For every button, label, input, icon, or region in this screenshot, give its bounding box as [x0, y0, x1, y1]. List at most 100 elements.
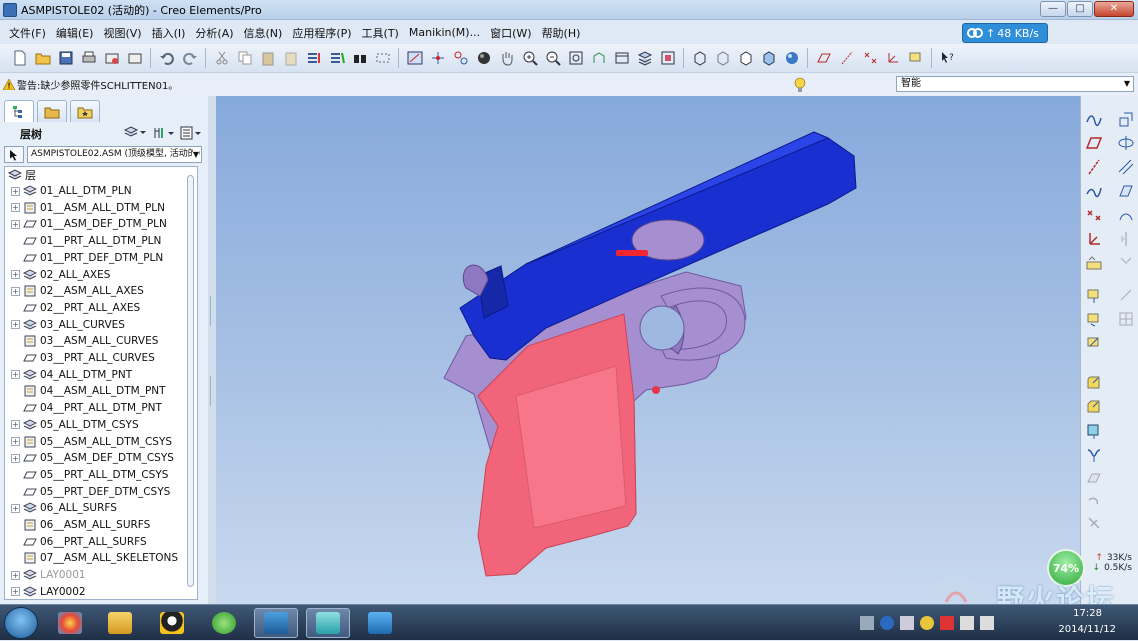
start-button[interactable]: [4, 607, 38, 639]
hole-tool-button[interactable]: [1085, 286, 1103, 304]
repaint-button[interactable]: [405, 49, 424, 68]
flag-icon[interactable]: [940, 616, 954, 630]
round-tool-button[interactable]: [1085, 374, 1103, 392]
taskbar-cycling-app[interactable]: [254, 608, 298, 638]
layer-item[interactable]: +01_ALL_DTM_PLN: [5, 183, 132, 199]
layer-settings-button[interactable]: [152, 126, 174, 143]
menu-info[interactable]: 信息(N): [239, 25, 288, 41]
tree-scrollbar-thumb[interactable]: [187, 175, 194, 587]
close-button[interactable]: ✕: [1094, 1, 1134, 17]
hidden-line-button[interactable]: [713, 49, 732, 68]
clock-date[interactable]: 2014/11/12: [1058, 624, 1116, 635]
expand-icon[interactable]: +: [11, 186, 20, 196]
datum-curve-tool-button[interactable]: [1085, 182, 1103, 200]
open-button[interactable]: [33, 49, 52, 68]
mail-attach-button[interactable]: [125, 49, 144, 68]
keyboard-icon[interactable]: [860, 616, 874, 630]
extrude-tool-button[interactable]: [1117, 110, 1135, 128]
expand-icon[interactable]: +: [11, 587, 20, 597]
layers-button[interactable]: [635, 49, 654, 68]
boundary-blend-tool-button[interactable]: [1117, 206, 1135, 224]
menu-view[interactable]: 视图(V): [98, 25, 146, 41]
reorient-button[interactable]: [589, 49, 608, 68]
paste-special-button[interactable]: [281, 49, 300, 68]
layer-item[interactable]: +05__ASM_DEF_DTM_CSYS: [5, 450, 174, 466]
datum-point-tool-button[interactable]: [1085, 206, 1103, 224]
datum-planes-toggle[interactable]: [814, 49, 833, 68]
pattern-tool-button[interactable]: [1117, 310, 1135, 328]
undo-button[interactable]: [157, 49, 176, 68]
layer-item[interactable]: 05__PRT_ALL_DTM_CSYS: [5, 467, 168, 483]
save-button[interactable]: [56, 49, 75, 68]
thicken-tool-button[interactable]: [1085, 470, 1103, 488]
tab-folder-browser[interactable]: [37, 100, 67, 122]
taskbar-browser-360[interactable]: [48, 608, 92, 638]
menu-analysis[interactable]: 分析(A): [190, 25, 238, 41]
revolve-tool-button[interactable]: [1117, 134, 1135, 152]
pan-button[interactable]: [497, 49, 516, 68]
annotations-toggle[interactable]: [906, 49, 925, 68]
datum-points-toggle[interactable]: [860, 49, 879, 68]
expand-icon[interactable]: +: [11, 370, 20, 380]
ime-icon[interactable]: [900, 616, 914, 630]
blend-tool-button[interactable]: [1117, 182, 1135, 200]
menu-tools[interactable]: 工具(T): [357, 25, 404, 41]
solidify-tool-button[interactable]: [1085, 494, 1103, 512]
appearance-button[interactable]: [474, 49, 493, 68]
layer-item[interactable]: 05__PRT_DEF_DTM_CSYS: [5, 484, 170, 500]
tree-scrollbar[interactable]: [186, 169, 195, 597]
menu-manikin[interactable]: Manikin(M)...: [404, 26, 485, 39]
layer-item[interactable]: +01__ASM_ALL_DTM_PLN: [5, 200, 165, 216]
lightbulb-icon[interactable]: [794, 77, 806, 93]
show-menu-button[interactable]: [180, 126, 202, 143]
mail-button[interactable]: [102, 49, 121, 68]
paste-button[interactable]: [258, 49, 277, 68]
menu-window[interactable]: 窗口(W): [485, 25, 536, 41]
context-help-button[interactable]: ?: [938, 49, 957, 68]
datum-axis-tool-button[interactable]: [1085, 158, 1103, 176]
taskbar-qq[interactable]: [150, 608, 194, 638]
regen-manager-button[interactable]: [327, 49, 346, 68]
layer-item[interactable]: 04__PRT_ALL_DTM_PNT: [5, 400, 162, 416]
refit-button[interactable]: [566, 49, 585, 68]
tab-favorites[interactable]: [70, 100, 100, 122]
layer-item[interactable]: +05__ASM_ALL_DTM_CSYS: [5, 434, 172, 450]
warp-tool-button[interactable]: [1085, 514, 1103, 532]
layer-item[interactable]: 02__PRT_ALL_AXES: [5, 300, 140, 316]
menu-file[interactable]: 文件(F): [4, 25, 51, 41]
selection-filter[interactable]: 智能 ▼: [896, 76, 1134, 92]
zoom-out-button[interactable]: [543, 49, 562, 68]
layer-tree-root[interactable]: 层: [5, 167, 197, 183]
zoom-in-button[interactable]: [520, 49, 539, 68]
layer-menu-button[interactable]: [123, 125, 146, 143]
layer-item[interactable]: +02_ALL_AXES: [5, 267, 110, 283]
maximize-button[interactable]: □: [1067, 1, 1093, 17]
analysis-feature-button[interactable]: [1085, 254, 1103, 272]
saved-views-button[interactable]: [612, 49, 631, 68]
shell-tool-button[interactable]: [1085, 310, 1103, 328]
cut-button[interactable]: [212, 49, 231, 68]
volume-icon[interactable]: [980, 616, 994, 630]
enhanced-realism-button[interactable]: [782, 49, 801, 68]
mirror-tool-button[interactable]: [1117, 230, 1135, 248]
select-box-button[interactable]: [373, 49, 392, 68]
menu-edit[interactable]: 编辑(E): [51, 25, 99, 41]
expand-icon[interactable]: +: [11, 503, 20, 513]
expand-icon[interactable]: +: [11, 286, 20, 296]
sweep-tool-button[interactable]: [1117, 158, 1135, 176]
view-manager-button[interactable]: [658, 49, 677, 68]
shading-button[interactable]: [759, 49, 778, 68]
merge-tool-button[interactable]: [1117, 254, 1135, 272]
layer-item[interactable]: 01__PRT_ALL_DTM_PLN: [5, 233, 161, 249]
chamfer-tool-button[interactable]: [1085, 398, 1103, 416]
offset-tool-button[interactable]: [1085, 446, 1103, 464]
no-hidden-button[interactable]: [736, 49, 755, 68]
network-speed-widget[interactable]: ↑ 48 KB/s: [962, 23, 1048, 43]
network-tray-icon[interactable]: [960, 616, 974, 630]
expand-icon[interactable]: +: [11, 437, 20, 446]
menu-applications[interactable]: 应用程序(P): [287, 25, 356, 41]
layer-item[interactable]: 03__ASM_ALL_CURVES: [5, 333, 158, 349]
expand-icon[interactable]: +: [11, 320, 20, 330]
layer-item[interactable]: +05_ALL_DTM_CSYS: [5, 417, 139, 433]
csys-toggle[interactable]: [883, 49, 902, 68]
